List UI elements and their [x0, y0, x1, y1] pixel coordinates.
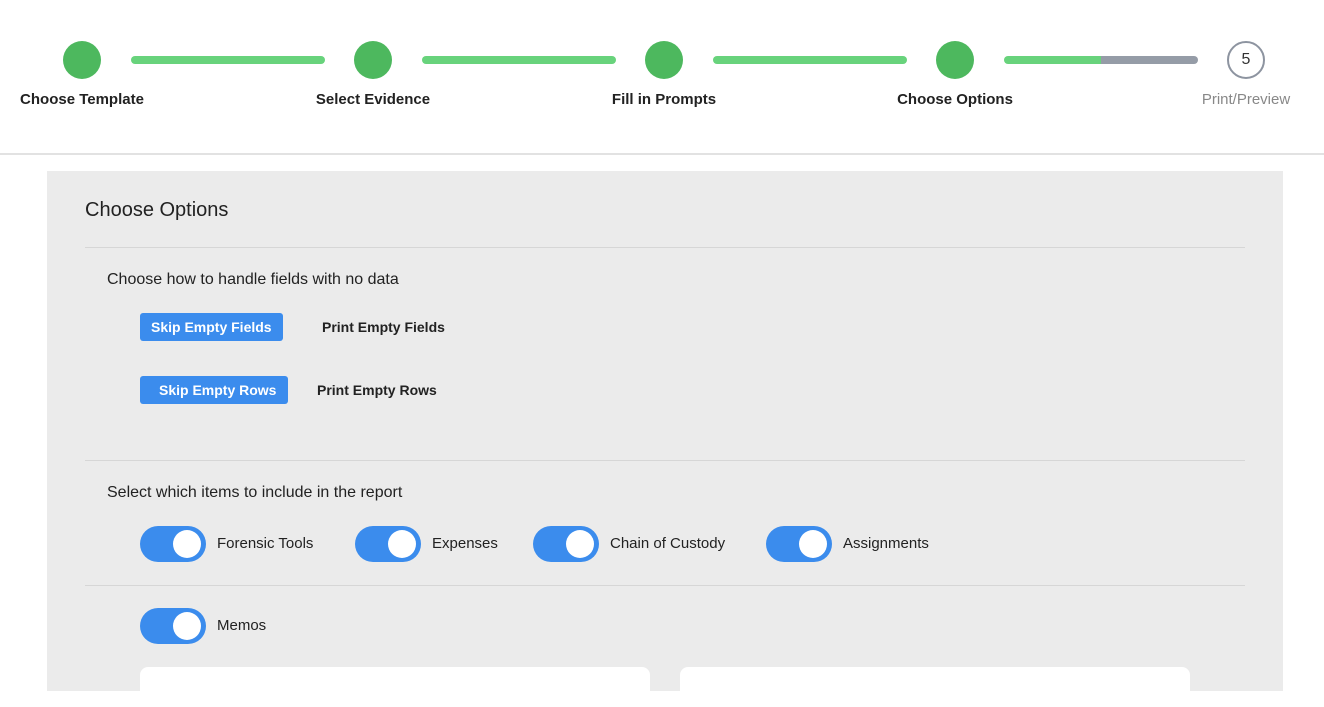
assignments-toggle[interactable] — [766, 526, 832, 562]
expenses-label: Expenses — [432, 535, 498, 552]
panel-title: Choose Options — [85, 199, 229, 221]
step-label-choose-template[interactable]: Choose Template — [0, 91, 182, 108]
print-empty-rows-button[interactable]: Print Empty Rows — [317, 382, 437, 398]
memos-label: Memos — [217, 617, 267, 634]
skip-empty-rows-button[interactable]: Skip Empty Rows — [140, 376, 289, 404]
options-panel: Choose Options Choose how to handle fiel… — [47, 171, 1283, 707]
include-items-heading: Select which items to include in the rep… — [107, 484, 403, 501]
divider — [85, 247, 1245, 248]
step-connector — [422, 56, 616, 64]
header-divider — [0, 153, 1324, 155]
divider — [85, 460, 1245, 461]
print-empty-fields-button[interactable]: Print Empty Fields — [322, 319, 445, 335]
chain-of-custody-label: Chain of Custody — [610, 535, 726, 552]
step-connector — [131, 56, 325, 64]
forensic-tools-toggle[interactable] — [140, 526, 206, 562]
skip-empty-fields-button[interactable]: Skip Empty Fields — [140, 313, 283, 341]
option-card — [140, 667, 650, 707]
step-label-choose-options[interactable]: Choose Options — [855, 91, 1055, 108]
forensic-tools-label: Forensic Tools — [217, 535, 314, 552]
step-4-complete-icon[interactable] — [936, 41, 974, 79]
step-connector-partial — [1004, 56, 1198, 64]
step-label-fill-in-prompts[interactable]: Fill in Prompts — [564, 91, 764, 108]
step-5-number[interactable]: 5 — [1227, 41, 1265, 79]
step-label-print-preview[interactable]: Print/Preview — [1146, 91, 1324, 108]
step-1-complete-icon[interactable] — [63, 41, 101, 79]
assignments-label: Assignments — [843, 535, 929, 552]
step-3-complete-icon[interactable] — [645, 41, 683, 79]
divider — [85, 585, 1245, 586]
chain-of-custody-toggle[interactable] — [533, 526, 599, 562]
step-2-complete-icon[interactable] — [354, 41, 392, 79]
step-label-select-evidence[interactable]: Select Evidence — [273, 91, 473, 108]
expenses-toggle[interactable] — [355, 526, 421, 562]
memos-toggle[interactable] — [140, 608, 206, 644]
option-card — [680, 667, 1190, 707]
empty-data-heading: Choose how to handle fields with no data — [107, 271, 399, 288]
step-connector — [713, 56, 907, 64]
